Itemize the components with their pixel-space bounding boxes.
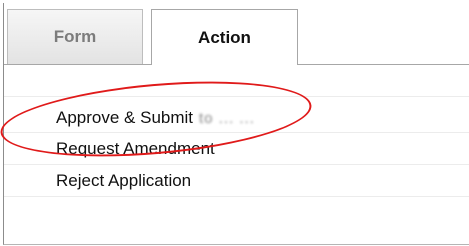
reject-application-link[interactable]: Reject Application: [56, 171, 191, 191]
approve-submit-link[interactable]: Approve & Submit to ... ...: [56, 108, 255, 128]
action-row-approve[interactable]: Approve & Submit to ... ...: [4, 101, 469, 133]
tab-action-label: Action: [198, 27, 251, 47]
action-row-amend[interactable]: Request Amendment: [4, 133, 469, 165]
tab-form-label: Form: [53, 27, 97, 46]
tab-action[interactable]: Action: [151, 9, 298, 65]
action-panel: Form Action Approve & Submit to ... ... R…: [3, 3, 469, 245]
request-amendment-link[interactable]: Request Amendment: [56, 139, 215, 159]
approve-submit-label: Approve & Submit: [56, 108, 194, 127]
action-row-reject[interactable]: Reject Application: [4, 165, 469, 197]
tab-form[interactable]: Form: [7, 9, 143, 64]
menu-spacer-row: [4, 65, 469, 97]
approve-submit-obscured-text: to ... ...: [199, 110, 255, 127]
